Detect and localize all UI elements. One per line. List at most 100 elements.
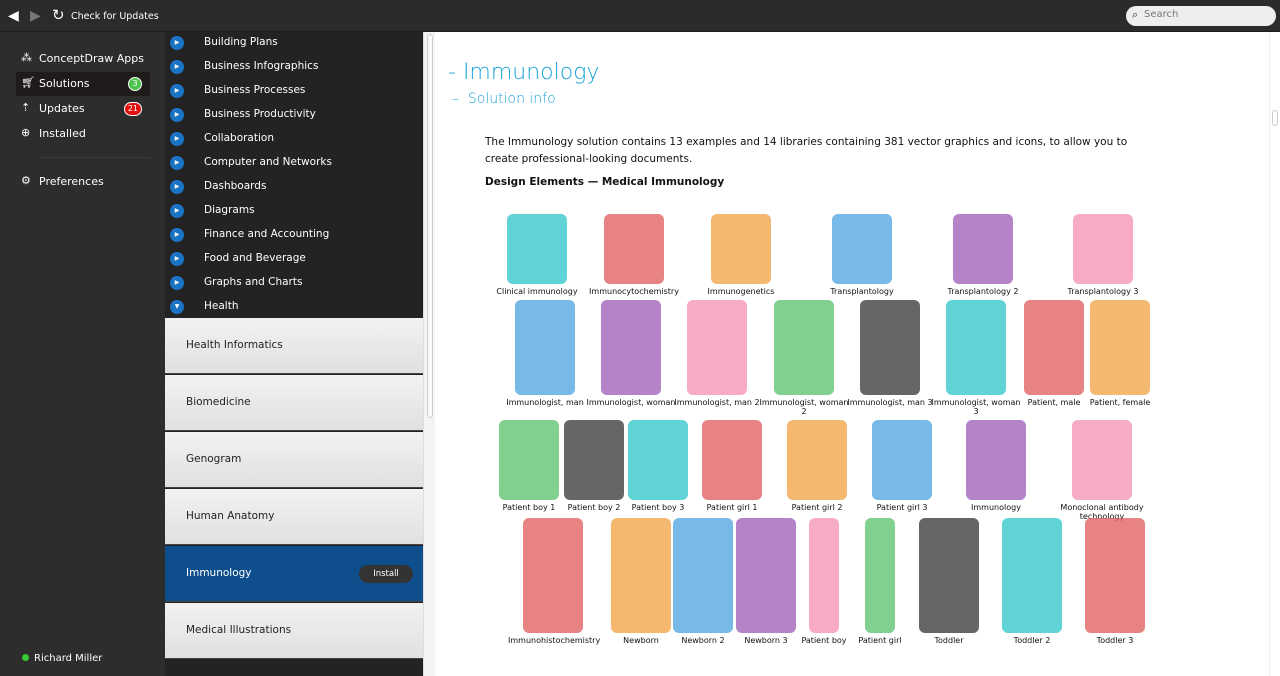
install-button[interactable]: Install: [359, 565, 413, 583]
play-icon: ▶: [170, 132, 184, 146]
solution-item[interactable]: Human Anatomy: [165, 489, 423, 545]
element-image: [860, 300, 920, 395]
play-icon: ▶: [170, 228, 184, 242]
section-toggle[interactable]: – Solution info: [452, 91, 556, 107]
check-updates-button[interactable]: Check for Updates: [71, 11, 159, 22]
element-image: [865, 518, 895, 633]
design-element[interactable]: Patient girl 2: [772, 420, 862, 512]
element-image: [832, 214, 892, 284]
design-element[interactable]: Patient girl 3: [857, 420, 947, 512]
play-icon: ▶: [170, 108, 184, 122]
design-element[interactable]: Monoclonal antibody technology: [1057, 420, 1147, 521]
element-image: [774, 300, 834, 395]
search-input[interactable]: ⌕ Search: [1126, 6, 1276, 26]
element-image: [687, 300, 747, 395]
design-element[interactable]: Immunologist, woman: [586, 300, 676, 407]
cart-icon: 🛒︎: [21, 76, 35, 89]
element-image: [507, 214, 567, 284]
design-element[interactable]: Toddler: [904, 518, 994, 645]
design-element[interactable]: Clinical immunology: [492, 214, 582, 296]
solutions-list: ▶ Building Plans ▶ Business Infographics ▶ Bu…: [165, 32, 423, 676]
solution-item[interactable]: Genogram: [165, 432, 423, 488]
category-item[interactable]: ▶ Business Infographics: [165, 56, 423, 80]
online-status-icon: [22, 654, 29, 661]
solution-item[interactable]: Health Informatics: [165, 318, 423, 374]
back-button[interactable]: ◀: [8, 8, 19, 24]
category-item[interactable]: ▼ Health: [165, 296, 423, 320]
element-image: [946, 300, 1006, 395]
element-image: [1085, 518, 1145, 633]
solutions-badge: 3: [128, 77, 142, 91]
design-element[interactable]: Toddler 2: [987, 518, 1077, 645]
design-element[interactable]: Immunologist, man 3: [845, 300, 935, 407]
user-status[interactable]: Richard Miller: [22, 653, 102, 664]
design-element[interactable]: Transplantology 3: [1058, 214, 1148, 296]
nav-preferences[interactable]: ⚙ Preferences: [16, 170, 150, 194]
category-item[interactable]: ▶ Collaboration: [165, 128, 423, 152]
element-image: [1002, 518, 1062, 633]
design-element[interactable]: Immunologist, man: [500, 300, 590, 407]
scrollbar-thumb[interactable]: [1272, 110, 1278, 126]
updates-icon: ⇡: [21, 101, 31, 114]
category-item[interactable]: ▶ Computer and Networks: [165, 152, 423, 176]
design-element[interactable]: Transplantology 2: [938, 214, 1028, 296]
element-image: [711, 214, 771, 284]
play-icon: ▶: [170, 276, 184, 290]
left-sidebar: ⁂ ConceptDraw Apps 🛒︎ Solutions 3 ⇡ Updates 2…: [0, 32, 165, 676]
solution-item[interactable]: Biomedicine: [165, 375, 423, 431]
refresh-icon[interactable]: ↻: [52, 6, 65, 24]
category-item[interactable]: ▶ Building Plans: [165, 32, 423, 56]
category-item[interactable]: ▶ Food and Beverage: [165, 248, 423, 272]
forward-button[interactable]: ▶: [30, 8, 41, 24]
play-icon: ▶: [170, 252, 184, 266]
gear-icon: ⚙: [21, 174, 31, 187]
element-image: [787, 420, 847, 500]
nav-updates[interactable]: ⇡ Updates 21: [16, 97, 150, 121]
category-item[interactable]: ▶ Dashboards: [165, 176, 423, 200]
element-image: [966, 420, 1026, 500]
updates-badge: 21: [123, 102, 142, 116]
design-element[interactable]: Immunologist, man 2: [672, 300, 762, 407]
play-icon: ▶: [170, 204, 184, 218]
download-icon: ⊕: [21, 126, 31, 139]
category-item[interactable]: ▶ Diagrams: [165, 200, 423, 224]
design-element[interactable]: Transplantology: [817, 214, 907, 296]
category-item[interactable]: ▶ Business Processes: [165, 80, 423, 104]
design-element[interactable]: Immunologist, woman 3: [931, 300, 1021, 416]
category-item[interactable]: ▶ Graphs and Charts: [165, 272, 423, 296]
design-element[interactable]: Patient girl 1: [687, 420, 777, 512]
content-scrollbar[interactable]: [1269, 32, 1280, 676]
design-element[interactable]: Immunologist, woman 2: [759, 300, 849, 416]
nav-solutions[interactable]: 🛒︎ Solutions 3: [16, 72, 150, 96]
category-item[interactable]: ▶ Business Productivity: [165, 104, 423, 128]
design-element[interactable]: Immunology: [951, 420, 1041, 512]
play-icon: ▶: [170, 60, 184, 74]
element-image: [919, 518, 979, 633]
apps-icon: ⁂: [21, 51, 32, 64]
design-element[interactable]: Immunogenetics: [696, 214, 786, 296]
content-panel: - Immunology – Solution info The Immunol…: [435, 32, 1269, 676]
chevron-down-icon: ▼: [170, 300, 184, 314]
design-element[interactable]: Immunohistochemistry: [508, 518, 600, 645]
element-image: [601, 300, 661, 395]
design-element[interactable]: Immunocytochemistry: [589, 214, 679, 296]
category-item[interactable]: ▶ Finance and Accounting: [165, 224, 423, 248]
solutions-scrollbar[interactable]: [423, 32, 435, 676]
element-image: [604, 214, 664, 284]
toolbar: ◀ ▶ ↻ Check for Updates ⌕ Search: [0, 0, 1280, 32]
page-title: - Immunology: [448, 60, 600, 85]
nav-installed[interactable]: ⊕ Installed: [16, 122, 150, 146]
element-image: [628, 420, 688, 500]
nav-conceptdraw-apps[interactable]: ⁂ ConceptDraw Apps: [16, 47, 150, 71]
solution-item[interactable]: Immunology Install: [165, 546, 423, 602]
element-image: [1072, 420, 1132, 500]
scrollbar-thumb[interactable]: [427, 34, 433, 418]
element-image: [523, 518, 583, 633]
play-icon: ▶: [170, 156, 184, 170]
play-icon: ▶: [170, 36, 184, 50]
solution-item[interactable]: Medical Illustrations: [165, 603, 423, 659]
search-icon: ⌕: [1132, 8, 1139, 21]
element-image: [1073, 214, 1133, 284]
design-element[interactable]: Patient, female: [1075, 300, 1165, 407]
design-element[interactable]: Toddler 3: [1070, 518, 1160, 645]
